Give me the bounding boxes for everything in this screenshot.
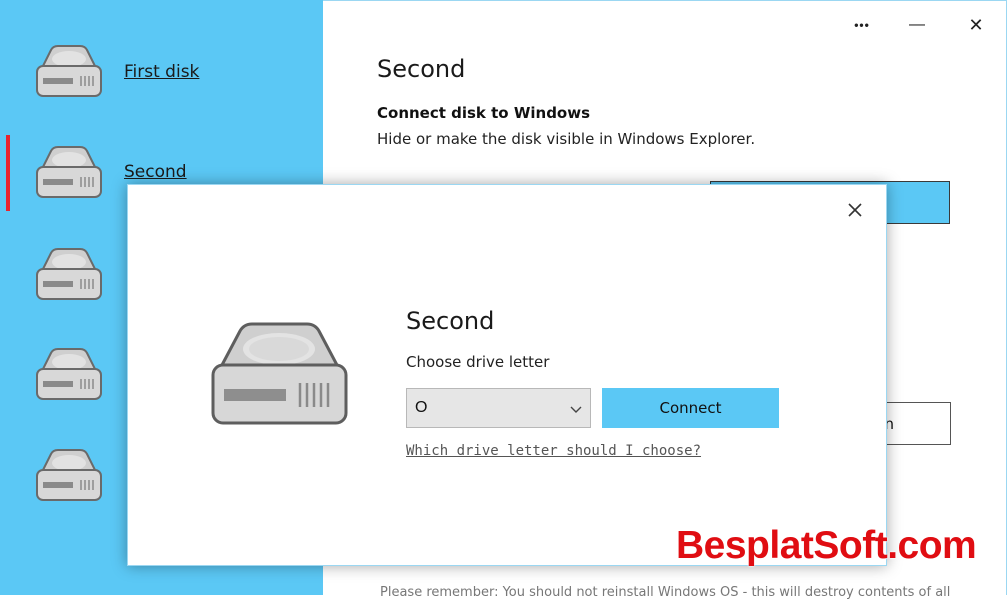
drive-letter-help-link[interactable]: Which drive letter should I choose? — [406, 443, 701, 459]
minimize-button[interactable]: — — [897, 8, 937, 42]
sidebar-item-label: Second — [124, 162, 187, 182]
sidebar-item-first-disk[interactable]: First disk — [0, 42, 323, 122]
chevron-down-icon — [570, 406, 582, 413]
hard-drive-icon — [36, 248, 102, 300]
drive-letter-dialog: Second Choose drive letter O Connect Whi… — [127, 184, 887, 566]
dialog-close-button[interactable] — [842, 197, 868, 223]
more-options-button[interactable]: ••• — [842, 8, 882, 42]
hard-drive-icon — [36, 146, 102, 198]
connect-button[interactable]: Connect — [602, 388, 779, 428]
dialog-title: Second — [406, 307, 495, 335]
hard-drive-icon — [36, 348, 102, 400]
selection-indicator — [6, 135, 10, 211]
hard-drive-icon — [36, 45, 102, 97]
hard-drive-icon — [36, 449, 102, 501]
close-icon — [848, 203, 862, 217]
close-window-button[interactable]: ✕ — [956, 8, 996, 42]
hard-drive-icon — [211, 322, 348, 425]
drive-letter-label: Choose drive letter — [406, 353, 550, 371]
section-description: Hide or make the disk visible in Windows… — [377, 130, 756, 148]
app-window: First disk Second ••• — ✕ Second Connect… — [0, 0, 1007, 600]
sidebar-item-label: First disk — [124, 62, 200, 82]
section-heading: Connect disk to Windows — [377, 104, 591, 122]
drive-letter-value: O — [415, 399, 428, 416]
footer-warning: Please remember: You should not reinstal… — [380, 585, 951, 600]
page-title: Second — [377, 55, 466, 83]
drive-letter-select[interactable]: O — [406, 388, 591, 428]
watermark: BesplatSoft.com — [676, 524, 977, 567]
